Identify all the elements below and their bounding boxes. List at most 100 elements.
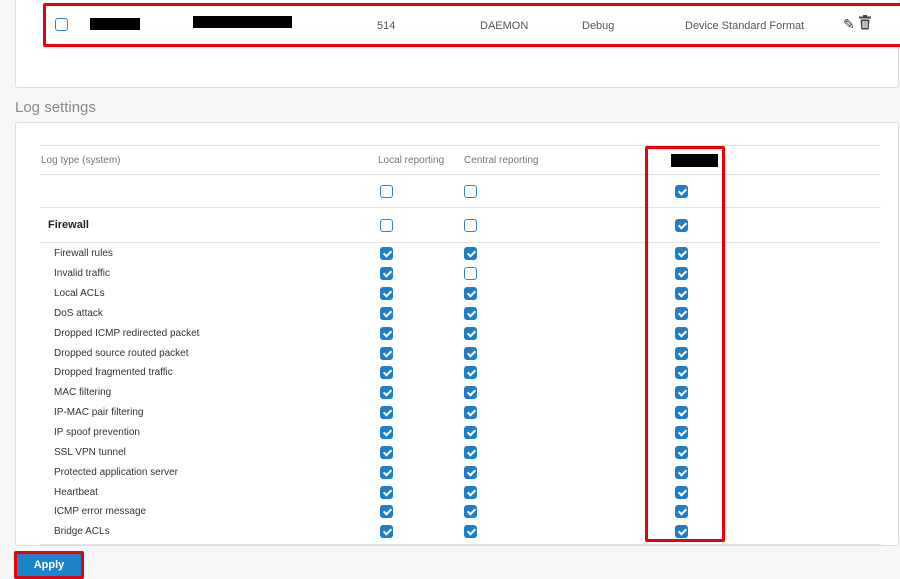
list-item: IP spoof prevention [40,423,881,443]
log-type-list: Firewall rules Invalid traffic Local ACLs D… [40,243,881,545]
local-reporting-checkbox[interactable] [380,306,393,320]
log-type-label: IP spoof prevention [54,427,140,439]
list-item: Heartbeat [40,482,881,502]
local-reporting-checkbox[interactable] [380,426,393,440]
local-reporting-checkbox[interactable] [380,267,393,281]
log-type-label: ICMP error message [54,506,147,518]
group-local-checkbox[interactable] [380,218,393,232]
log-type-label: Dropped source routed packet [54,347,189,359]
list-item: DoS attack [40,304,881,324]
log-type-label: Dropped fragmented traffic [54,367,173,379]
third-column-checkbox[interactable] [675,287,688,301]
central-reporting-checkbox[interactable] [464,525,477,539]
third-column-checkbox[interactable] [675,326,688,340]
list-item: Invalid traffic [40,264,881,284]
third-column-checkbox[interactable] [675,366,688,380]
list-item: Firewall rules [40,244,881,264]
list-item: MAC filtering [40,383,881,403]
list-item: Local ACLs [40,284,881,304]
local-reporting-checkbox[interactable] [380,287,393,301]
list-item: Dropped fragmented traffic [40,363,881,383]
group-third-checkbox[interactable] [675,218,688,232]
third-column-checkbox[interactable] [675,505,688,519]
local-reporting-checkbox[interactable] [380,465,393,479]
third-column-checkbox[interactable] [675,346,688,360]
list-item: Bridge ACLs [40,522,881,542]
local-reporting-checkbox[interactable] [380,346,393,360]
third-column-checkbox[interactable] [675,247,688,261]
select-all-row [40,175,881,208]
facility-value: DAEMON [480,20,529,32]
local-reporting-checkbox[interactable] [380,406,393,420]
syslog-server-row[interactable]: 514 DAEMON Debug Device Standard Format … [43,3,900,47]
list-item: ICMP error message [40,502,881,522]
format-value: Device Standard Format [685,20,805,32]
third-column-checkbox[interactable] [675,386,688,400]
central-reporting-checkbox[interactable] [464,505,477,519]
central-reporting-checkbox[interactable] [464,445,477,459]
select-all-central-checkbox[interactable] [464,184,477,198]
log-type-label: Dropped ICMP redirected packet [54,327,200,339]
local-reporting-checkbox[interactable] [380,326,393,340]
group-label: Firewall [48,219,89,231]
redacted-server-address [193,16,292,28]
local-reporting-checkbox[interactable] [380,505,393,519]
central-reporting-checkbox[interactable] [464,306,477,320]
log-type-label: SSL VPN tunnel [54,446,126,458]
central-reporting-checkbox[interactable] [464,366,477,380]
local-reporting-checkbox[interactable] [380,485,393,499]
trash-icon[interactable] [859,15,871,30]
central-reporting-checkbox[interactable] [464,465,477,479]
col-local-reporting: Local reporting [378,154,445,166]
third-column-checkbox[interactable] [675,426,688,440]
third-column-checkbox[interactable] [675,525,688,539]
pencil-icon[interactable]: ✎ [843,16,855,33]
col-redacted [671,146,718,174]
log-type-label: Protected application server [54,466,178,478]
log-type-label: Heartbeat [54,486,98,498]
redacted-server-name [90,18,140,30]
central-reporting-checkbox[interactable] [464,287,477,301]
severity-value: Debug [582,20,615,32]
central-reporting-checkbox[interactable] [464,346,477,360]
log-type-label: IP-MAC pair filtering [54,407,144,419]
select-all-third-checkbox[interactable] [675,184,688,198]
group-central-checkbox[interactable] [464,218,477,232]
central-reporting-checkbox[interactable] [464,426,477,440]
central-reporting-checkbox[interactable] [464,326,477,340]
central-reporting-checkbox[interactable] [464,247,477,261]
select-all-local-checkbox[interactable] [380,184,393,198]
local-reporting-checkbox[interactable] [380,386,393,400]
row-select-checkbox[interactable] [55,18,68,31]
list-item: Protected application server [40,462,881,482]
list-item: IP-MAC pair filtering [40,403,881,423]
local-reporting-checkbox[interactable] [380,445,393,459]
third-column-checkbox[interactable] [675,485,688,499]
log-type-label: Local ACLs [54,288,105,300]
central-reporting-checkbox[interactable] [464,485,477,499]
third-column-checkbox[interactable] [675,445,688,459]
third-column-checkbox[interactable] [675,465,688,479]
list-item: SSL VPN tunnel [40,442,881,462]
col-log-type: Log type (system) [41,154,121,166]
third-column-checkbox[interactable] [675,267,688,281]
list-item: Dropped source routed packet [40,343,881,363]
local-reporting-checkbox[interactable] [380,525,393,539]
col-central-reporting: Central reporting [464,154,539,166]
third-column-checkbox[interactable] [675,306,688,320]
local-reporting-checkbox[interactable] [380,366,393,380]
apply-highlight: Apply [14,551,84,579]
third-column-checkbox[interactable] [675,406,688,420]
local-reporting-checkbox[interactable] [380,247,393,261]
central-reporting-checkbox[interactable] [464,267,477,281]
table-header: Log type (system) Local reporting Centra… [40,145,881,175]
central-reporting-checkbox[interactable] [464,386,477,400]
apply-button[interactable]: Apply [17,554,81,576]
central-reporting-checkbox[interactable] [464,406,477,420]
group-row-firewall: Firewall [40,208,881,243]
list-item: Dropped ICMP redirected packet [40,323,881,343]
log-type-label: DoS attack [54,307,103,319]
log-type-label: MAC filtering [54,387,112,399]
log-settings-table: Log type (system) Local reporting Centra… [40,145,881,545]
log-settings-card: Log type (system) Local reporting Centra… [15,122,899,546]
